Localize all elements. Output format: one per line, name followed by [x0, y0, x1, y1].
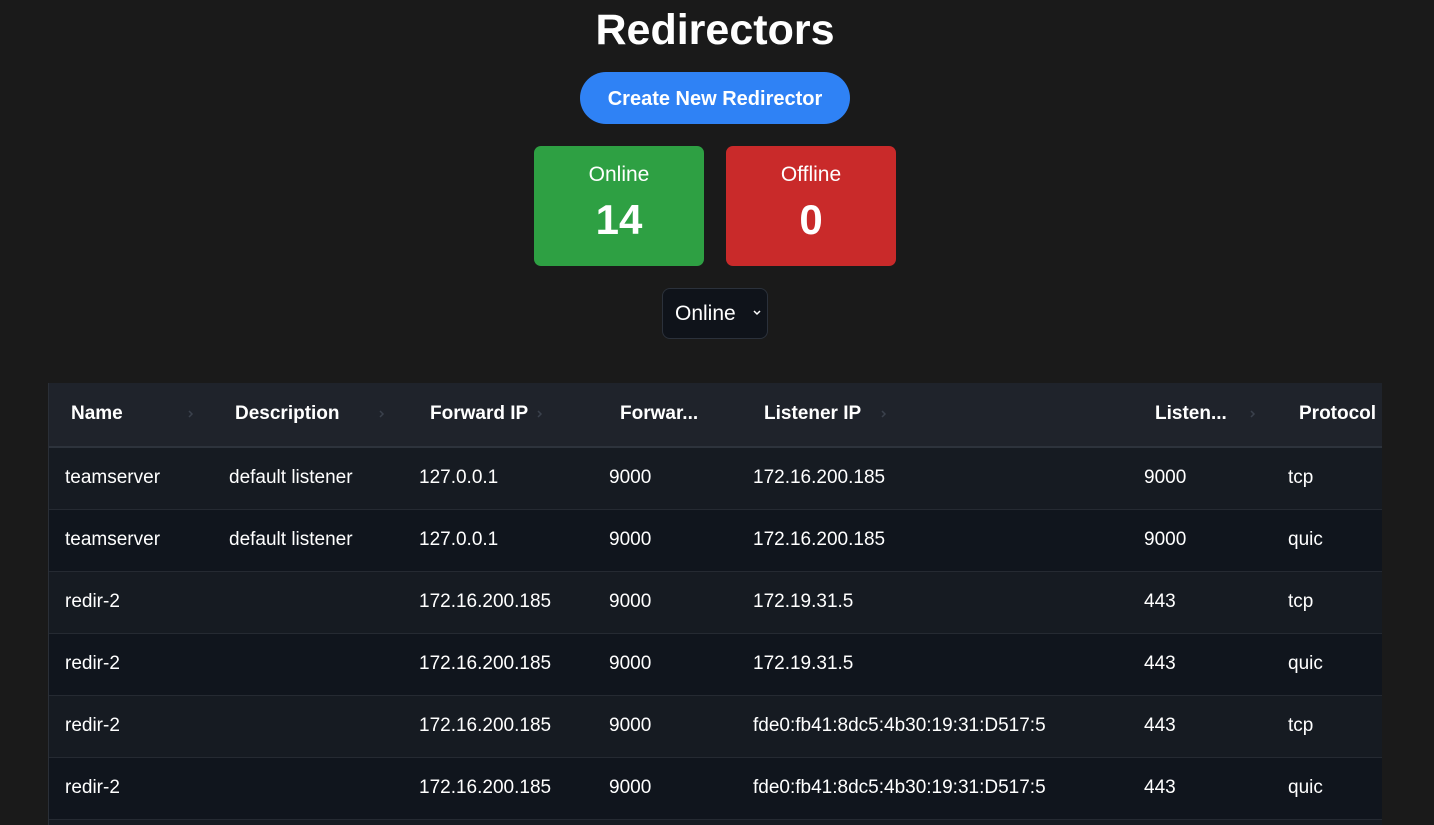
- table-cell: 443: [1144, 715, 1176, 736]
- table-cell: 172.16.200.185: [419, 715, 552, 736]
- table-cell: redir-2: [65, 591, 120, 612]
- offline-stat-count: 0: [799, 196, 823, 243]
- sort-chevron-icon[interactable]: [536, 408, 544, 420]
- sort-chevron-icon[interactable]: [378, 408, 386, 420]
- table-cell: 9000: [609, 467, 652, 489]
- table-cell: tcp: [1288, 591, 1314, 612]
- table-cell: [213, 757, 408, 819]
- table-cell: quic: [1288, 653, 1323, 674]
- table-cell: [213, 633, 408, 695]
- column-header-label: Forward IP: [430, 403, 529, 425]
- column-header-label: Listen...: [1155, 403, 1227, 425]
- table-cell: quic: [1288, 529, 1323, 550]
- chevron-down-icon: [753, 310, 761, 316]
- online-stat-card[interactable]: Online 14: [534, 146, 704, 266]
- table-row[interactable]: redir-2 172.16.200.185 9000 fde0:fb41:8dc5:…: [49, 757, 1382, 819]
- table-cell: 9000: [609, 529, 652, 550]
- column-header[interactable]: Listen...: [1133, 383, 1277, 447]
- table-body: teamserver default listener 127.0.0.1 9000 1…: [49, 447, 1382, 819]
- table-cell: teamserver: [65, 529, 161, 550]
- column-header[interactable]: Description: [213, 383, 408, 447]
- sort-chevron-icon[interactable]: [187, 408, 195, 420]
- table-cell: redir-2: [65, 653, 120, 674]
- column-header[interactable]: Forwar...: [598, 383, 742, 447]
- sort-chevron-icon[interactable]: [1249, 408, 1257, 420]
- table-cell: 172.16.200.185: [419, 591, 552, 612]
- redirectors-table-container[interactable]: Name Description Forward IP Forwar... Listen…: [48, 383, 1382, 825]
- table-cell: 172.16.200.185: [753, 529, 886, 550]
- table-cell: 9000: [609, 591, 652, 612]
- table-cell: redir-2: [65, 715, 120, 736]
- table-header-row: Name Description Forward IP Forwar... Listen…: [49, 383, 1382, 447]
- create-redirector-button[interactable]: Create New Redirector: [580, 72, 850, 124]
- status-filter-select[interactable]: Online: [662, 288, 768, 339]
- column-header[interactable]: Protocol: [1277, 383, 1382, 447]
- table-cell: tcp: [1288, 715, 1314, 736]
- table-cell: 172.19.31.5: [753, 591, 854, 612]
- table-cell: 172.16.200.185: [419, 653, 552, 674]
- column-header-label: Protocol: [1299, 403, 1377, 425]
- table-cell: fde0:fb41:8dc5:4b30:19:31:D517:5: [753, 777, 1046, 798]
- table-cell: default listener: [229, 529, 353, 550]
- table-cell: [213, 571, 408, 633]
- sort-chevron-icon[interactable]: [880, 408, 888, 420]
- table-cell: [213, 695, 408, 757]
- column-header[interactable]: Forward IP: [408, 383, 598, 447]
- table-cell: 9000: [1144, 467, 1187, 489]
- table-cell: quic: [1288, 777, 1323, 798]
- table-cell: 9000: [609, 715, 652, 736]
- table-cell: 443: [1144, 591, 1176, 612]
- table-cell: 9000: [609, 653, 652, 674]
- column-header-label: Name: [71, 403, 123, 425]
- redirectors-page: Redirectors Create New Redirector Online…: [0, 0, 1434, 825]
- offline-stat-card[interactable]: Offline 0: [726, 146, 896, 266]
- table-cell: tcp: [1288, 467, 1314, 489]
- column-header-label: Description: [235, 403, 340, 425]
- table-row[interactable]: redir-2 172.16.200.185 9000 fde0:fb41:8dc5:…: [49, 695, 1382, 757]
- column-header-label: Forwar...: [620, 403, 699, 425]
- table-cell: 172.16.200.185: [753, 467, 886, 489]
- table-cell: 9000: [609, 777, 652, 798]
- table-cell: 127.0.0.1: [419, 529, 499, 550]
- online-stat-label: Online: [588, 163, 650, 186]
- table-cell: teamserver: [65, 467, 161, 489]
- page-title: Redirectors: [595, 6, 835, 54]
- online-stat-count: 14: [595, 196, 643, 243]
- table-row[interactable]: teamserver default listener 127.0.0.1 9000 1…: [49, 447, 1382, 509]
- column-header[interactable]: Name: [49, 383, 213, 447]
- table-cell: 443: [1144, 653, 1176, 674]
- column-header-label: Listener IP: [764, 403, 862, 425]
- table-cell: 127.0.0.1: [419, 467, 499, 489]
- column-header[interactable]: Listener IP: [742, 383, 1133, 447]
- table-row[interactable]: redir-2 172.16.200.185 9000 172.19.31.5 443 q…: [49, 633, 1382, 695]
- table-cell: default listener: [229, 467, 353, 489]
- table-row[interactable]: teamserver default listener 127.0.0.1 9000 1…: [49, 509, 1382, 571]
- table-cell: redir-2: [65, 777, 120, 798]
- table-cell: 443: [1144, 777, 1176, 798]
- status-filter-value: Online: [675, 302, 736, 325]
- redirectors-table: Name Description Forward IP Forwar... Listen…: [49, 383, 1382, 820]
- table-cell: 172.19.31.5: [753, 653, 854, 674]
- table-row[interactable]: redir-2 172.16.200.185 9000 172.19.31.5 443 t…: [49, 571, 1382, 633]
- table-cell: 9000: [1144, 529, 1187, 550]
- table-cell: fde0:fb41:8dc5:4b30:19:31:D517:5: [753, 715, 1046, 736]
- offline-stat-label: Offline: [780, 163, 842, 186]
- table-cell: 172.16.200.185: [419, 777, 552, 798]
